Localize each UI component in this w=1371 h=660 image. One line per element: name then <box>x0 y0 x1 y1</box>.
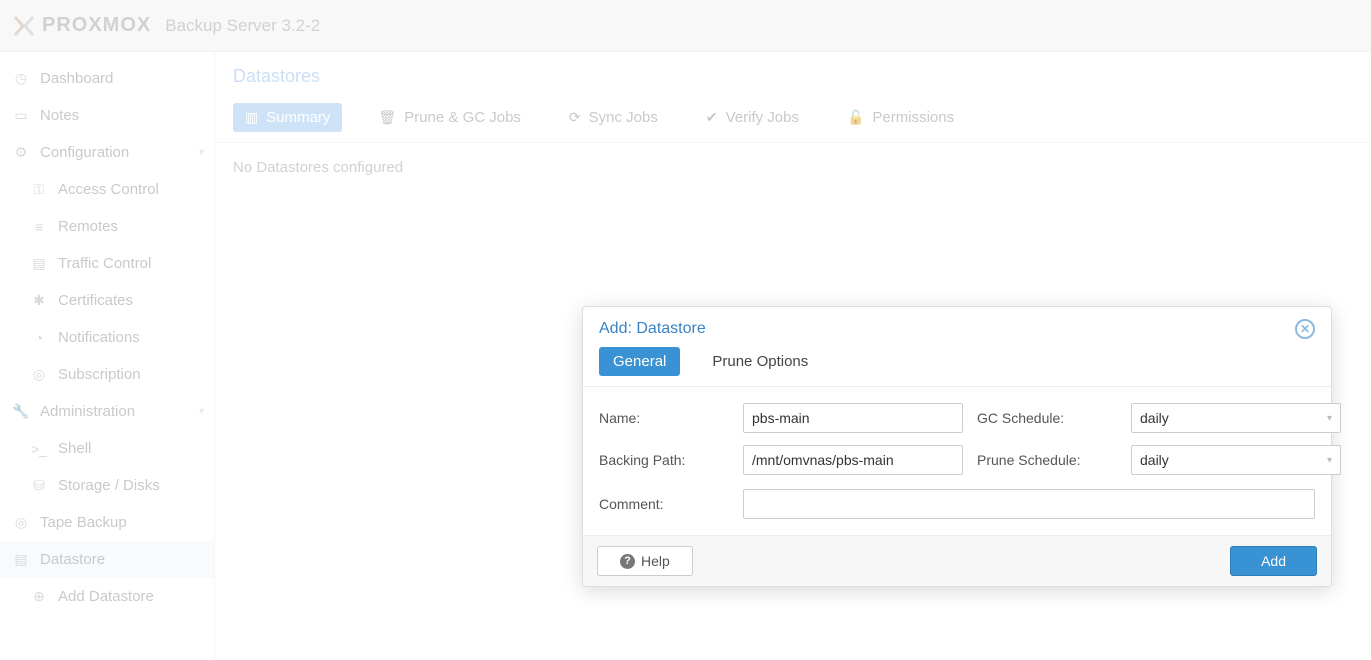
sidebar-item-label: Traffic Control <box>58 255 151 272</box>
sidebar-item-shell[interactable]: >_ Shell <box>0 430 214 467</box>
logo: PROXMOX <box>12 14 151 38</box>
trash-icon: 🗑 <box>378 109 396 126</box>
sidebar-item-label: Add Datastore <box>58 588 154 605</box>
name-input[interactable] <box>743 403 963 433</box>
sidebar-item-label: Tape Backup <box>40 514 127 531</box>
chevron-down-icon: ▾ <box>199 406 204 417</box>
name-label: Name: <box>599 410 729 426</box>
server-icon: ≡ <box>30 219 48 235</box>
check-circle-icon: ✔ <box>706 109 718 126</box>
plus-circle-icon: ⊕ <box>30 588 48 605</box>
backing-path-input[interactable] <box>743 445 963 475</box>
terminal-icon: >_ <box>30 441 48 457</box>
tab-label: Sync Jobs <box>589 109 658 126</box>
help-icon: ? <box>620 554 635 569</box>
sidebar-item-remotes[interactable]: ≡ Remotes <box>0 208 214 245</box>
sidebar-item-datastore[interactable]: ▤ Datastore <box>0 541 214 578</box>
sidebar-item-label: Notifications <box>58 329 140 346</box>
comment-input[interactable] <box>743 489 1315 519</box>
button-label: Add <box>1261 553 1286 569</box>
page-title: Datastores <box>215 52 1371 97</box>
certificate-icon: ✱ <box>30 292 48 309</box>
tab-summary[interactable]: ▥ Summary <box>233 103 342 132</box>
dialog-tab-prune-options[interactable]: Prune Options <box>698 347 822 376</box>
add-datastore-dialog: Add: Datastore ✕ General Prune Options N… <box>582 306 1332 587</box>
sidebar-item-add-datastore[interactable]: ⊕ Add Datastore <box>0 578 214 615</box>
unlock-icon: 🔓 <box>847 109 864 126</box>
tab-label: Verify Jobs <box>726 109 799 126</box>
select-value: daily <box>1140 452 1169 468</box>
sidebar-item-label: Remotes <box>58 218 118 235</box>
sidebar-item-certificates[interactable]: ✱ Certificates <box>0 282 214 319</box>
datastore-icon: ▤ <box>12 551 30 568</box>
backing-path-label: Backing Path: <box>599 452 729 468</box>
tab-label: Summary <box>266 109 330 126</box>
sidebar-item-label: Storage / Disks <box>58 477 160 494</box>
sidebar-item-label: Dashboard <box>40 70 113 87</box>
sidebar-item-storage-disks[interactable]: ⛁ Storage / Disks <box>0 467 214 504</box>
book-icon: ▥ <box>245 109 258 126</box>
sidebar-item-traffic-control[interactable]: ▤ Traffic Control <box>0 245 214 282</box>
chevron-down-icon: ▾ <box>199 147 204 158</box>
gears-icon: ⚙ <box>12 144 30 161</box>
sidebar-item-dashboard[interactable]: ◷ Dashboard <box>0 60 214 97</box>
sidebar-item-label: Notes <box>40 107 79 124</box>
gc-schedule-select[interactable]: daily ▾ <box>1131 403 1341 433</box>
close-button[interactable]: ✕ <box>1295 319 1315 339</box>
empty-message: No Datastores configured <box>215 143 1371 192</box>
help-button[interactable]: ? Help <box>597 546 693 576</box>
gc-schedule-label: GC Schedule: <box>977 410 1117 426</box>
sidebar-item-configuration[interactable]: ⚙ Configuration ▾ <box>0 134 214 171</box>
sidebar-item-administration[interactable]: 🔧 Administration ▾ <box>0 393 214 430</box>
tab-prune-gc[interactable]: 🗑 Prune & GC Jobs <box>366 103 533 132</box>
support-icon: ◎ <box>30 366 48 383</box>
sidebar-item-label: Certificates <box>58 292 133 309</box>
tab-label: Permissions <box>872 109 954 126</box>
sidebar-item-tape-backup[interactable]: ◎ Tape Backup <box>0 504 214 541</box>
dialog-tab-general[interactable]: General <box>599 347 680 376</box>
app-header: PROXMOX Backup Server 3.2-2 <box>0 0 1371 52</box>
chevron-down-icon: ▾ <box>1327 413 1332 424</box>
refresh-icon: ⟳ <box>569 109 581 126</box>
prune-schedule-select[interactable]: daily ▾ <box>1131 445 1341 475</box>
sidebar-item-label: Datastore <box>40 551 105 568</box>
bars-icon: ▤ <box>30 255 48 272</box>
sidebar-item-access-control[interactable]: ⚿ Access Control <box>0 171 214 208</box>
header-subtitle: Backup Server 3.2-2 <box>165 16 320 36</box>
sidebar-item-label: Administration <box>40 403 135 420</box>
wrench-icon: 🔧 <box>12 403 30 420</box>
sidebar-item-notifications[interactable]: ◔ Notifications <box>0 319 214 356</box>
tab-label: Prune & GC Jobs <box>404 109 521 126</box>
logo-icon <box>12 14 36 38</box>
dialog-title: Add: Datastore <box>599 320 706 338</box>
sidebar-item-label: Configuration <box>40 144 129 161</box>
sidebar: ◷ Dashboard ▭ Notes ⚙ Configuration ▾ ⚿ Acces… <box>0 52 215 660</box>
prune-schedule-label: Prune Schedule: <box>977 452 1117 468</box>
dashboard-icon: ◷ <box>12 70 30 87</box>
tab-sync-jobs[interactable]: ⟳ Sync Jobs <box>557 103 670 132</box>
close-icon: ✕ <box>1300 322 1310 336</box>
bell-icon: ◔ <box>30 330 48 346</box>
main-tabs: ▥ Summary 🗑 Prune & GC Jobs ⟳ Sync Jobs ✔ Ve… <box>215 97 1371 143</box>
tab-permissions[interactable]: 🔓 Permissions <box>835 103 966 132</box>
chevron-down-icon: ▾ <box>1327 455 1332 466</box>
select-value: daily <box>1140 410 1169 426</box>
add-button[interactable]: Add <box>1230 546 1317 576</box>
comment-label: Comment: <box>599 496 729 512</box>
sidebar-item-notes[interactable]: ▭ Notes <box>0 97 214 134</box>
tab-verify-jobs[interactable]: ✔ Verify Jobs <box>694 103 811 132</box>
logo-text: PROXMOX <box>42 14 151 37</box>
sidebar-item-subscription[interactable]: ◎ Subscription <box>0 356 214 393</box>
sidebar-item-label: Shell <box>58 440 91 457</box>
sidebar-item-label: Subscription <box>58 366 141 383</box>
hdd-icon: ⛁ <box>30 477 48 494</box>
key-icon: ⚿ <box>30 181 48 198</box>
tape-icon: ◎ <box>12 514 30 531</box>
sidebar-item-label: Access Control <box>58 181 159 198</box>
notes-icon: ▭ <box>12 107 30 124</box>
button-label: Help <box>641 553 670 569</box>
